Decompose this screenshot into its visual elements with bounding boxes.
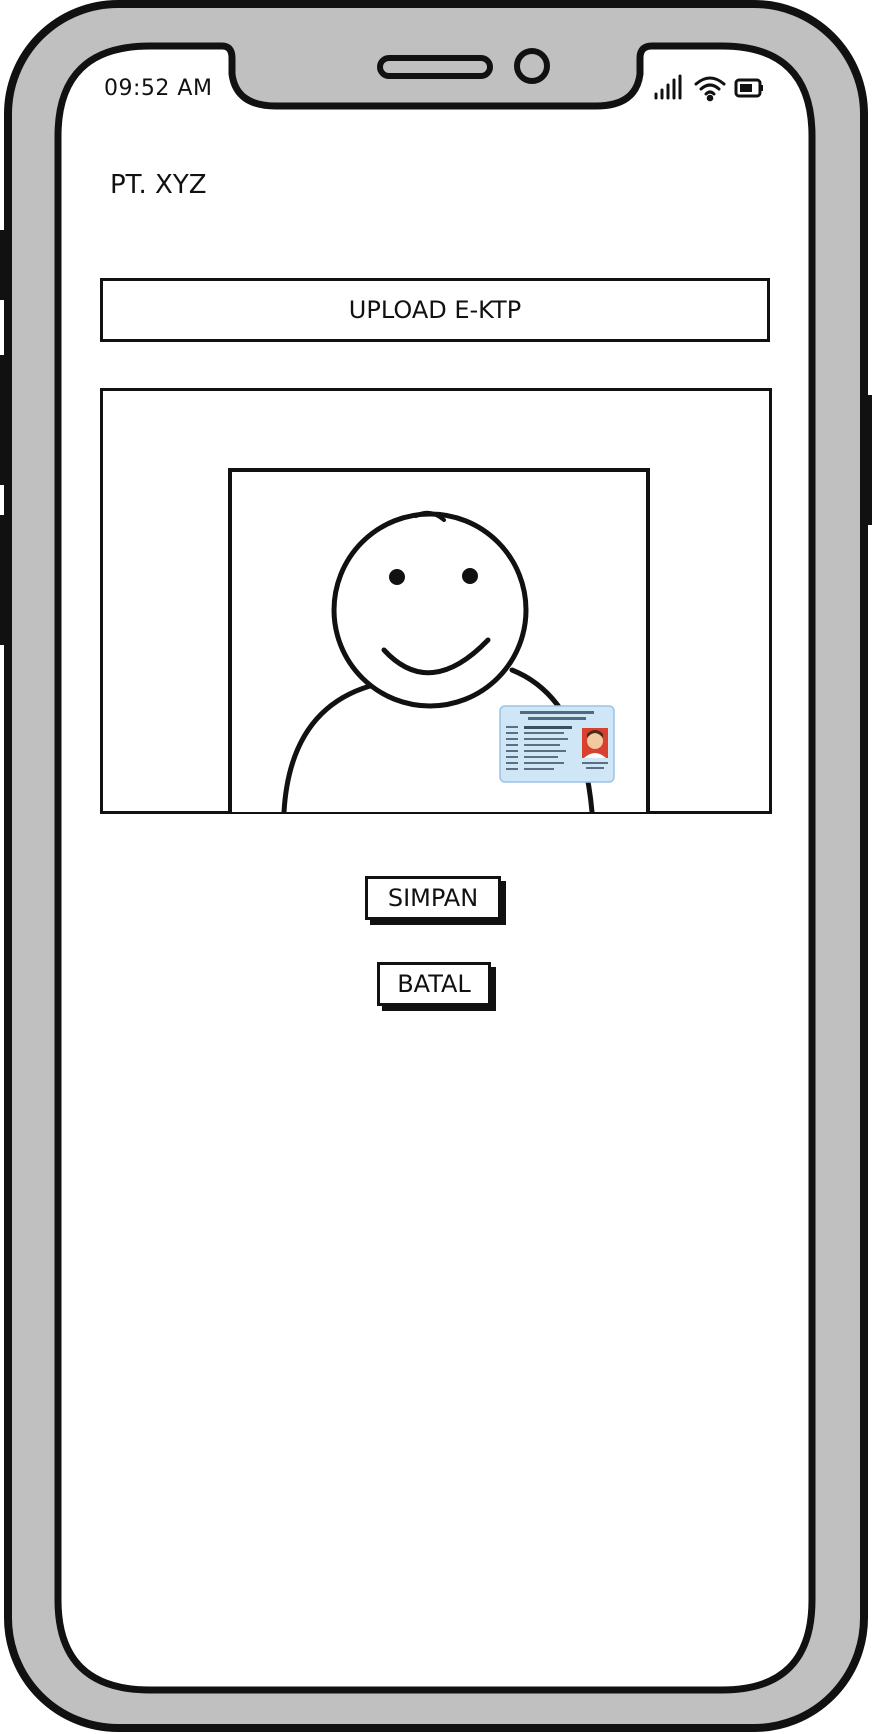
signal-icon — [654, 74, 682, 100]
wifi-icon — [694, 76, 726, 102]
company-name: PT. XYZ — [110, 170, 207, 200]
ektp-photo-preview[interactable] — [100, 388, 772, 814]
status-time: 09:52 AM — [104, 76, 213, 101]
upload-ektp-label: UPLOAD E-KTP — [348, 296, 522, 324]
id-card-icon — [499, 705, 615, 783]
battery-icon — [734, 78, 763, 98]
upload-ektp-button[interactable]: UPLOAD E-KTP — [100, 278, 770, 342]
status-icons — [654, 74, 763, 102]
phone-frame — [0, 0, 872, 1732]
cancel-button[interactable]: BATAL — [377, 962, 491, 1006]
save-button[interactable]: SIMPAN — [365, 876, 501, 920]
